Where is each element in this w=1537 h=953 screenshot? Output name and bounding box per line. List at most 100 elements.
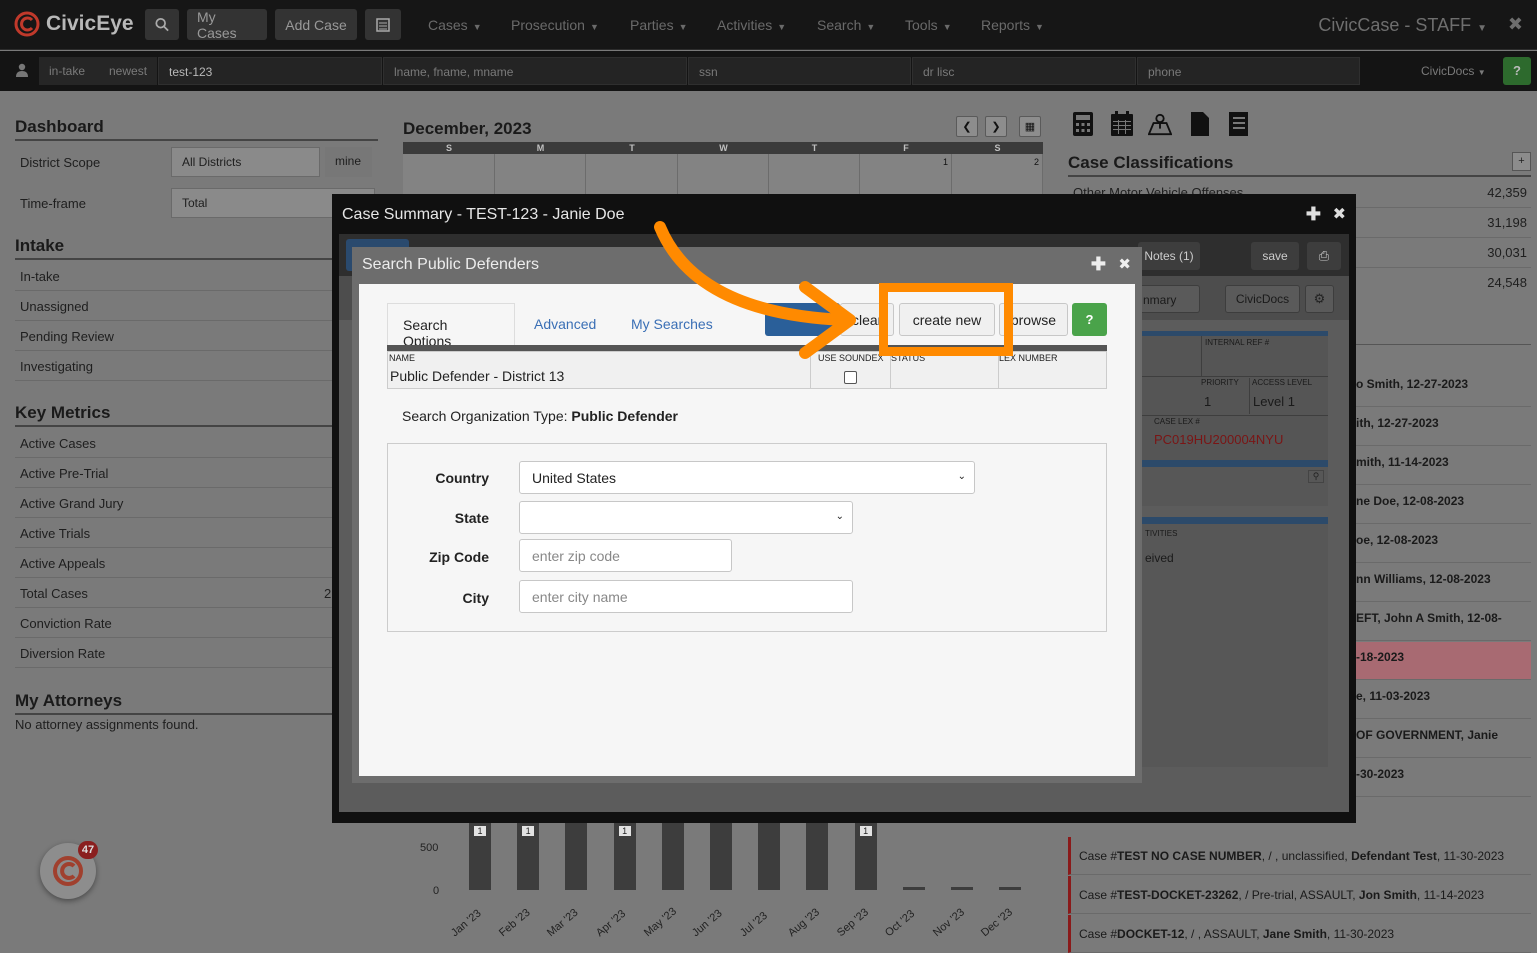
chart-bar[interactable] bbox=[902, 887, 925, 890]
calendar-day-cell[interactable] bbox=[403, 154, 495, 194]
chat-launcher[interactable]: 47 bbox=[40, 841, 98, 899]
summary-tab[interactable]: nmary bbox=[1134, 285, 1200, 313]
calendar-day-cell[interactable] bbox=[586, 154, 678, 194]
intake-item-investigating[interactable]: Investigating bbox=[15, 351, 375, 381]
activity-item[interactable]: nn Williams, 12-08-2023 bbox=[1350, 564, 1531, 602]
intake-item-unassigned[interactable]: Unassigned bbox=[15, 291, 375, 321]
chart-bar[interactable] bbox=[806, 822, 829, 890]
case-lex-value[interactable]: PC019HU200004NYU bbox=[1154, 432, 1283, 447]
menu-prosecution[interactable]: Prosecution ▼ bbox=[511, 17, 599, 33]
priority-value[interactable]: 1 bbox=[1204, 394, 1211, 409]
metric-diversion-rate[interactable]: Diversion Rate bbox=[15, 638, 375, 668]
menu-parties[interactable]: Parties ▼ bbox=[630, 17, 688, 33]
newest-toggle[interactable]: newest bbox=[99, 57, 157, 85]
district-scope-select[interactable]: All Districts bbox=[171, 147, 320, 177]
menu-activities[interactable]: Activities ▼ bbox=[717, 17, 786, 33]
expand-icon[interactable]: ✚ bbox=[1306, 204, 1321, 225]
drlisc-input[interactable]: dr lisc bbox=[912, 57, 1136, 85]
ledger-icon[interactable] bbox=[1226, 111, 1250, 137]
notes-button[interactable]: Notes (1) bbox=[1138, 242, 1200, 270]
activity-item[interactable]: ith, 12-27-2023 bbox=[1350, 408, 1531, 446]
expand-icon[interactable]: ✚ bbox=[1091, 254, 1106, 275]
add-case-button[interactable]: Add Case bbox=[275, 9, 357, 40]
civiceye-logo[interactable]: CivicEye bbox=[14, 11, 134, 37]
close-icon[interactable]: ✖ bbox=[1333, 204, 1346, 224]
calendar-icon[interactable] bbox=[1110, 111, 1134, 137]
menu-search[interactable]: Search ▼ bbox=[817, 17, 875, 33]
soundex-checkbox[interactable] bbox=[844, 371, 857, 384]
save-button[interactable]: save bbox=[1251, 242, 1299, 270]
calendar-day-cell[interactable]: 1 bbox=[860, 154, 952, 194]
document-icon[interactable] bbox=[1188, 111, 1212, 137]
city-input[interactable]: enter city name bbox=[519, 580, 853, 613]
state-select[interactable]: ⌄ bbox=[519, 501, 853, 534]
gear-icon[interactable]: ⚙ bbox=[1305, 285, 1334, 313]
metric-active-grand-jury[interactable]: Active Grand Jury bbox=[15, 488, 375, 518]
chart-bar[interactable] bbox=[565, 822, 588, 890]
metric-conviction-rate[interactable]: Conviction Rate bbox=[15, 608, 375, 638]
country-label: Country bbox=[435, 470, 489, 486]
chart-bar[interactable] bbox=[661, 822, 684, 890]
close-icon[interactable]: ✖ bbox=[1118, 255, 1131, 273]
metric-active-appeals[interactable]: Active Appeals bbox=[15, 548, 375, 578]
zip-input[interactable]: enter zip code bbox=[519, 539, 732, 572]
activity-item[interactable]: oe, 12-08-2023 bbox=[1350, 525, 1531, 563]
search-button[interactable] bbox=[145, 9, 179, 40]
ssn-input[interactable]: ssn bbox=[688, 57, 911, 85]
menu-cases[interactable]: Cases ▼ bbox=[428, 17, 482, 33]
activity-item[interactable]: o Smith, 12-27-2023 bbox=[1350, 369, 1531, 407]
name-input[interactable]: lname, fname, mname bbox=[383, 57, 687, 85]
chart-bar[interactable] bbox=[999, 887, 1022, 890]
civicdocs-menu[interactable]: CivicDocs ▼ bbox=[1421, 64, 1486, 78]
menu-reports[interactable]: Reports ▼ bbox=[981, 17, 1044, 33]
case-number-input[interactable]: test-123 bbox=[158, 57, 382, 85]
intake-item-pending-review[interactable]: Pending Review bbox=[15, 321, 375, 351]
phone-input[interactable]: phone bbox=[1137, 57, 1360, 85]
recent-case-item[interactable]: Case #TEST-DOCKET-23262, / Pre-trial, AS… bbox=[1068, 876, 1531, 914]
activity-item[interactable]: -18-2023 bbox=[1350, 642, 1531, 680]
recent-case-item[interactable]: Case #DOCKET-12, / , ASSAULT, Jane Smith… bbox=[1068, 915, 1531, 953]
chart-bar[interactable] bbox=[710, 822, 732, 890]
intake-item-intake[interactable]: In-take bbox=[15, 261, 375, 291]
tab-advanced[interactable]: Advanced bbox=[519, 303, 611, 346]
help-button[interactable]: ? bbox=[1503, 57, 1531, 85]
list-button[interactable] bbox=[365, 9, 401, 40]
metric-total-cases[interactable]: Total Cases bbox=[15, 578, 375, 608]
mine-button[interactable]: mine bbox=[325, 147, 372, 177]
search-icon[interactable]: ⚲ bbox=[1308, 470, 1324, 483]
activity-item[interactable]: ne Doe, 12-08-2023 bbox=[1350, 486, 1531, 524]
metric-active-trials[interactable]: Active Trials bbox=[15, 518, 375, 548]
activity-item[interactable]: mith, 11-14-2023 bbox=[1350, 447, 1531, 485]
civicdocs-tab[interactable]: CivicDocs bbox=[1225, 285, 1300, 313]
my-cases-button[interactable]: My Cases bbox=[187, 9, 267, 41]
activity-item[interactable]: -30-2023 bbox=[1350, 759, 1531, 797]
map-icon[interactable] bbox=[1148, 111, 1172, 137]
calendar-day-cell[interactable] bbox=[495, 154, 586, 194]
close-icon[interactable]: ✖ bbox=[1508, 14, 1523, 35]
calendar-day-cell[interactable] bbox=[769, 154, 860, 194]
activity-item[interactable]: e, 11-03-2023 bbox=[1350, 681, 1531, 719]
calculator-icon[interactable] bbox=[1071, 111, 1095, 137]
country-select[interactable]: United States ⌄ bbox=[519, 461, 975, 494]
metric-active-pretrial[interactable]: Active Pre-Trial bbox=[15, 458, 375, 488]
add-classification-button[interactable]: + bbox=[1512, 152, 1531, 171]
chart-bar[interactable] bbox=[758, 822, 781, 890]
help-button[interactable]: ? bbox=[1072, 303, 1107, 336]
activity-item[interactable]: OF GOVERNMENT, Janie bbox=[1350, 720, 1531, 758]
calendar-prev-button[interactable]: ❮ bbox=[956, 116, 978, 137]
calendar-day-cell[interactable]: 2 bbox=[952, 154, 1043, 194]
tab-search-options[interactable]: Search Options bbox=[387, 303, 515, 349]
calendar-day-cell[interactable] bbox=[678, 154, 769, 194]
metric-active-cases[interactable]: Active Cases bbox=[15, 428, 375, 458]
brand-menu[interactable]: CivicCase - STAFF ▼ bbox=[1318, 15, 1487, 36]
calendar-view-button[interactable]: ▦ bbox=[1019, 116, 1041, 137]
activity-item[interactable]: EFT, John A Smith, 12-08- bbox=[1350, 603, 1531, 641]
chart-bar[interactable] bbox=[951, 887, 973, 890]
recent-case-item[interactable]: Case #TEST NO CASE NUMBER, / , unclassif… bbox=[1068, 837, 1531, 875]
menu-tools[interactable]: Tools ▼ bbox=[905, 17, 952, 33]
access-level-value[interactable]: Level 1 bbox=[1253, 394, 1295, 409]
calendar-next-button[interactable]: ❯ bbox=[985, 116, 1007, 137]
intake-toggle[interactable]: in-take bbox=[39, 57, 99, 85]
print-icon[interactable]: ⎙ bbox=[1307, 242, 1341, 270]
name-value[interactable]: Public Defender - District 13 bbox=[390, 368, 564, 384]
